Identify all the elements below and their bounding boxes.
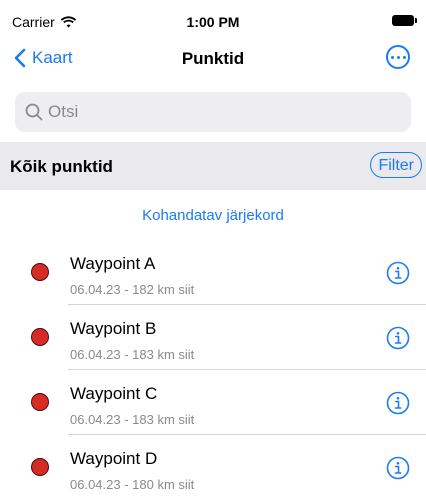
waypoint-dot-icon — [31, 263, 49, 281]
back-label: Kaart — [32, 48, 73, 67]
info-icon[interactable] — [386, 261, 410, 285]
waypoint-name: Waypoint B — [70, 319, 157, 338]
info-icon[interactable] — [386, 456, 410, 480]
navigation-bar: Kaart Punktid — [0, 34, 426, 84]
info-icon[interactable] — [386, 326, 410, 350]
back-button[interactable]: Kaart — [14, 48, 73, 68]
search-input[interactable] — [48, 102, 388, 122]
waypoint-name: Waypoint D — [70, 449, 158, 468]
waypoint-subtitle: 06.04.23 - 183 km siit — [70, 412, 195, 427]
info-icon[interactable] — [386, 391, 410, 415]
status-bar: Carrier 1:00 PM — [0, 0, 426, 34]
waypoint-dot-icon — [31, 458, 49, 476]
waypoint-dot-icon — [31, 328, 49, 346]
search-icon — [25, 103, 43, 121]
section-header: Kõik punktid Filter — [0, 142, 426, 190]
waypoint-row[interactable]: Waypoint A 06.04.23 - 182 km siit — [0, 240, 426, 305]
battery-icon — [392, 15, 417, 26]
waypoint-dot-icon — [31, 393, 49, 411]
section-title: Kõik punktid — [10, 157, 113, 176]
more-button[interactable] — [386, 45, 410, 69]
waypoint-row[interactable]: Waypoint B 06.04.23 - 183 km siit — [0, 305, 426, 370]
custom-order-button[interactable]: Kohandatav järjekord — [0, 207, 426, 224]
waypoint-name: Waypoint A — [70, 254, 156, 273]
filter-button[interactable]: Filter — [370, 152, 422, 178]
waypoint-subtitle: 06.04.23 - 180 km siit — [70, 477, 195, 492]
status-time: 1:00 PM — [186, 14, 240, 30]
waypoint-row[interactable]: Waypoint D 06.04.23 - 180 km siit — [0, 435, 426, 500]
waypoint-list: Waypoint A 06.04.23 - 182 km siit Waypoi… — [0, 240, 426, 500]
waypoint-row[interactable]: Waypoint C 06.04.23 - 183 km siit — [0, 370, 426, 435]
waypoint-subtitle: 06.04.23 - 182 km siit — [70, 282, 195, 297]
search-bar[interactable] — [15, 92, 411, 132]
more-icon — [390, 55, 394, 59]
waypoint-name: Waypoint C — [70, 384, 158, 403]
chevron-left-icon — [14, 48, 26, 68]
waypoint-subtitle: 06.04.23 - 183 km siit — [70, 347, 195, 362]
